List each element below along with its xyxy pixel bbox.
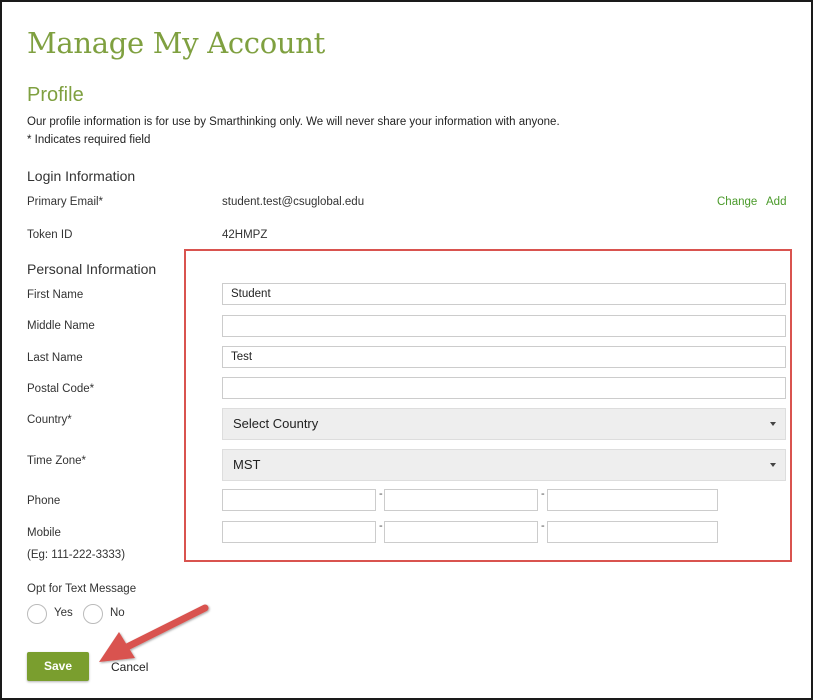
time-zone-label: Time Zone*: [27, 455, 87, 467]
token-id-value: 42HMPZ: [222, 229, 268, 241]
annotation-highlight-box: [184, 249, 792, 562]
last-name-label: Last Name: [27, 352, 83, 364]
phone-label: Phone: [27, 495, 61, 507]
login-info-heading: Login Information: [27, 168, 136, 184]
change-email-link[interactable]: Change: [717, 196, 757, 208]
primary-email-label: Primary Email*: [27, 196, 104, 208]
middle-name-label: Middle Name: [27, 320, 95, 332]
postal-code-label: Postal Code*: [27, 383, 95, 395]
section-title-profile: Profile: [27, 84, 84, 106]
text-message-opt-label: Opt for Text Message: [27, 583, 137, 595]
required-field-note: * Indicates required field: [27, 134, 151, 146]
country-label: Country*: [27, 414, 72, 426]
mobile-label: Mobile: [27, 527, 61, 539]
first-name-label: First Name: [27, 289, 84, 301]
primary-email-value: student.test@csuglobal.edu: [222, 196, 365, 208]
add-email-link[interactable]: Add: [766, 196, 786, 208]
personal-info-heading: Personal Information: [27, 261, 157, 277]
annotation-arrow-icon: [99, 604, 209, 662]
save-button[interactable]: Save: [27, 652, 89, 681]
mobile-example-hint: (Eg: 111-222-3333): [27, 549, 126, 561]
token-id-label: Token ID: [27, 229, 73, 241]
text-opt-yes-radio[interactable]: [27, 604, 47, 624]
page-title: Manage My Account: [27, 26, 325, 60]
profile-intro-text: Our profile information is for use by Sm…: [27, 116, 560, 128]
text-opt-yes-label: Yes: [54, 607, 73, 619]
